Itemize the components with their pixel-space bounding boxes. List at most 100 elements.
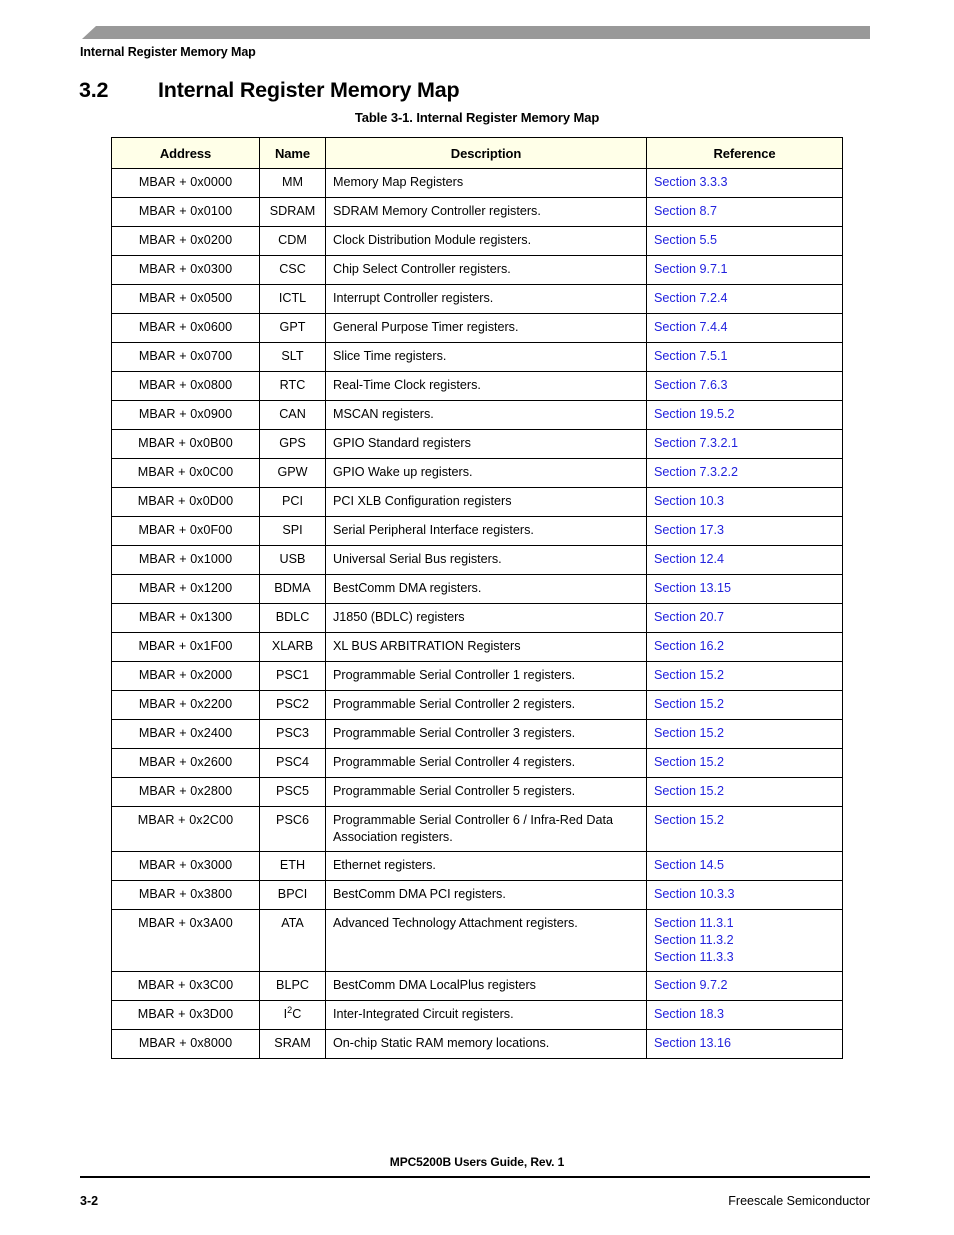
cell-address: MBAR + 0x0700 [111, 342, 260, 372]
cell-description-text: Interrupt Controller registers. [333, 291, 494, 305]
reference-link[interactable]: Section 13.15 [654, 580, 838, 597]
cell-address: MBAR + 0x8000 [111, 1029, 260, 1059]
reference-link[interactable]: Section 15.2 [654, 725, 838, 742]
reference-link[interactable]: Section 18.3 [654, 1006, 838, 1023]
reference-link[interactable]: Section 7.6.3 [654, 377, 838, 394]
cell-name: BLPC [259, 971, 326, 1001]
cell-reference-links: Section 8.7 [647, 198, 842, 225]
cell-address: MBAR + 0x0000 [111, 168, 260, 198]
reference-link[interactable]: Section 11.3.2 [654, 932, 838, 949]
cell-name-text: ICTL [278, 291, 307, 305]
cell-address-text: MBAR + 0x0800 [138, 378, 233, 392]
cell-name-text: PSC1 [276, 668, 309, 682]
footer-divider [80, 1176, 870, 1178]
table-header-row: Address Name Description Reference [111, 137, 843, 169]
cell-description-text: Programmable Serial Controller 4 registe… [333, 755, 576, 769]
reference-link[interactable]: Section 10.3.3 [654, 886, 838, 903]
reference-link[interactable]: Section 19.5.2 [654, 406, 838, 423]
cell-name-text: SRAM [274, 1036, 311, 1050]
cell-address: MBAR + 0x0900 [111, 400, 260, 430]
reference-link[interactable]: Section 3.3.3 [654, 174, 838, 191]
cell-address-text: MBAR + 0x8000 [138, 1036, 233, 1050]
table-row: MBAR + 0x2600 PSC4 Programmable Serial Con… [111, 748, 843, 778]
reference-link[interactable]: Section 11.3.1 [654, 915, 838, 932]
cell-name: PSC1 [259, 661, 326, 691]
cell-address: MBAR + 0x1F00 [111, 632, 260, 662]
reference-link[interactable]: Section 7.2.4 [654, 290, 838, 307]
cell-reference-links: Section 7.5.1 [647, 343, 842, 370]
table-row: MBAR + 0x0D00 PCI PCI XLB Configuration re… [111, 487, 843, 517]
cell-address-text: MBAR + 0x0900 [138, 407, 233, 421]
cell-address: MBAR + 0x2000 [111, 661, 260, 691]
reference-link[interactable]: Section 13.16 [654, 1035, 838, 1052]
cell-description-text: Programmable Serial Controller 2 registe… [333, 697, 576, 711]
reference-link[interactable]: Section 9.7.1 [654, 261, 838, 278]
table-row: MBAR + 0x0200 CDM Clock Distribution Modul… [111, 226, 843, 256]
reference-link[interactable]: Section 15.2 [654, 783, 838, 800]
cell-reference: Section 13.16 [646, 1029, 843, 1059]
table-row: MBAR + 0x2400 PSC3 Programmable Serial Con… [111, 719, 843, 749]
reference-link[interactable]: Section 7.5.1 [654, 348, 838, 365]
cell-description: Advanced Technology Attachment registers… [325, 909, 647, 972]
cell-address-text: MBAR + 0x2400 [138, 726, 233, 740]
cell-name-text: BLPC [276, 978, 309, 992]
cell-description: On-chip Static RAM memory locations. [325, 1029, 647, 1059]
table-row: MBAR + 0x3800 BPCI BestComm DMA PCI regist… [111, 880, 843, 910]
cell-description-text: GPIO Wake up registers. [333, 465, 473, 479]
reference-link[interactable]: Section 10.3 [654, 493, 838, 510]
cell-name-text: MM [282, 175, 303, 189]
running-head: Internal Register Memory Map [80, 45, 256, 59]
reference-link[interactable]: Section 8.7 [654, 203, 838, 220]
reference-link[interactable]: Section 9.7.2 [654, 977, 838, 994]
cell-name: GPS [259, 429, 326, 459]
cell-reference: Section 12.4 [646, 545, 843, 575]
cell-name-text: SDRAM [269, 204, 316, 218]
cell-name: RTC [259, 371, 326, 401]
table-header: Address Name Description Reference [111, 137, 843, 169]
table-row: MBAR + 0x1F00 XLARB XL BUS ARBITRATION Reg… [111, 632, 843, 662]
reference-link[interactable]: Section 7.3.2.1 [654, 435, 838, 452]
cell-address-text: MBAR + 0x0F00 [138, 523, 233, 537]
cell-address: MBAR + 0x3D00 [111, 1000, 260, 1030]
reference-link[interactable]: Section 14.5 [654, 857, 838, 874]
cell-name-text: GPS [279, 436, 306, 450]
cell-reference-links: Section 10.3 [647, 488, 842, 515]
cell-description-text: Programmable Serial Controller 3 registe… [333, 726, 576, 740]
table-row: MBAR + 0x0600 GPT General Purpose Timer re… [111, 313, 843, 343]
cell-address-text: MBAR + 0x1200 [138, 581, 233, 595]
cell-reference: Section 7.3.2.2 [646, 458, 843, 488]
reference-link[interactable]: Section 7.4.4 [654, 319, 838, 336]
reference-link[interactable]: Section 15.2 [654, 696, 838, 713]
table-row: MBAR + 0x0100 SDRAM SDRAM Memory Controlle… [111, 197, 843, 227]
cell-name-text: PSC6 [276, 813, 309, 827]
cell-reference: Section 8.7 [646, 197, 843, 227]
cell-reference: Section 15.2 [646, 777, 843, 807]
cell-reference-links: Section 19.5.2 [647, 401, 842, 428]
reference-link[interactable]: Section 11.3.3 [654, 949, 838, 966]
cell-reference: Section 16.2 [646, 632, 843, 662]
cell-name: SLT [259, 342, 326, 372]
reference-link[interactable]: Section 16.2 [654, 638, 838, 655]
cell-name-text: PSC4 [276, 755, 309, 769]
cell-description: Ethernet registers. [325, 851, 647, 881]
reference-link[interactable]: Section 17.3 [654, 522, 838, 539]
cell-description: BestComm DMA registers. [325, 574, 647, 604]
reference-link[interactable]: Section 12.4 [654, 551, 838, 568]
cell-name-text: GPW [277, 465, 308, 479]
reference-link[interactable]: Section 15.2 [654, 667, 838, 684]
cell-address-text: MBAR + 0x0600 [138, 320, 233, 334]
reference-link[interactable]: Section 5.5 [654, 232, 838, 249]
cell-name-text: CDM [278, 233, 307, 247]
footer-company: Freescale Semiconductor [728, 1194, 870, 1208]
cell-address-text: MBAR + 0x2000 [138, 668, 233, 682]
reference-link[interactable]: Section 15.2 [654, 754, 838, 771]
reference-link[interactable]: Section 7.3.2.2 [654, 464, 838, 481]
reference-link[interactable]: Section 15.2 [654, 812, 838, 829]
cell-description-text: MSCAN registers. [333, 407, 434, 421]
cell-description: GPIO Wake up registers. [325, 458, 647, 488]
cell-name: ATA [259, 909, 326, 972]
cell-address: MBAR + 0x1200 [111, 574, 260, 604]
cell-reference: Section 3.3.3 [646, 168, 843, 198]
reference-link[interactable]: Section 20.7 [654, 609, 838, 626]
cell-name: BDLC [259, 603, 326, 633]
